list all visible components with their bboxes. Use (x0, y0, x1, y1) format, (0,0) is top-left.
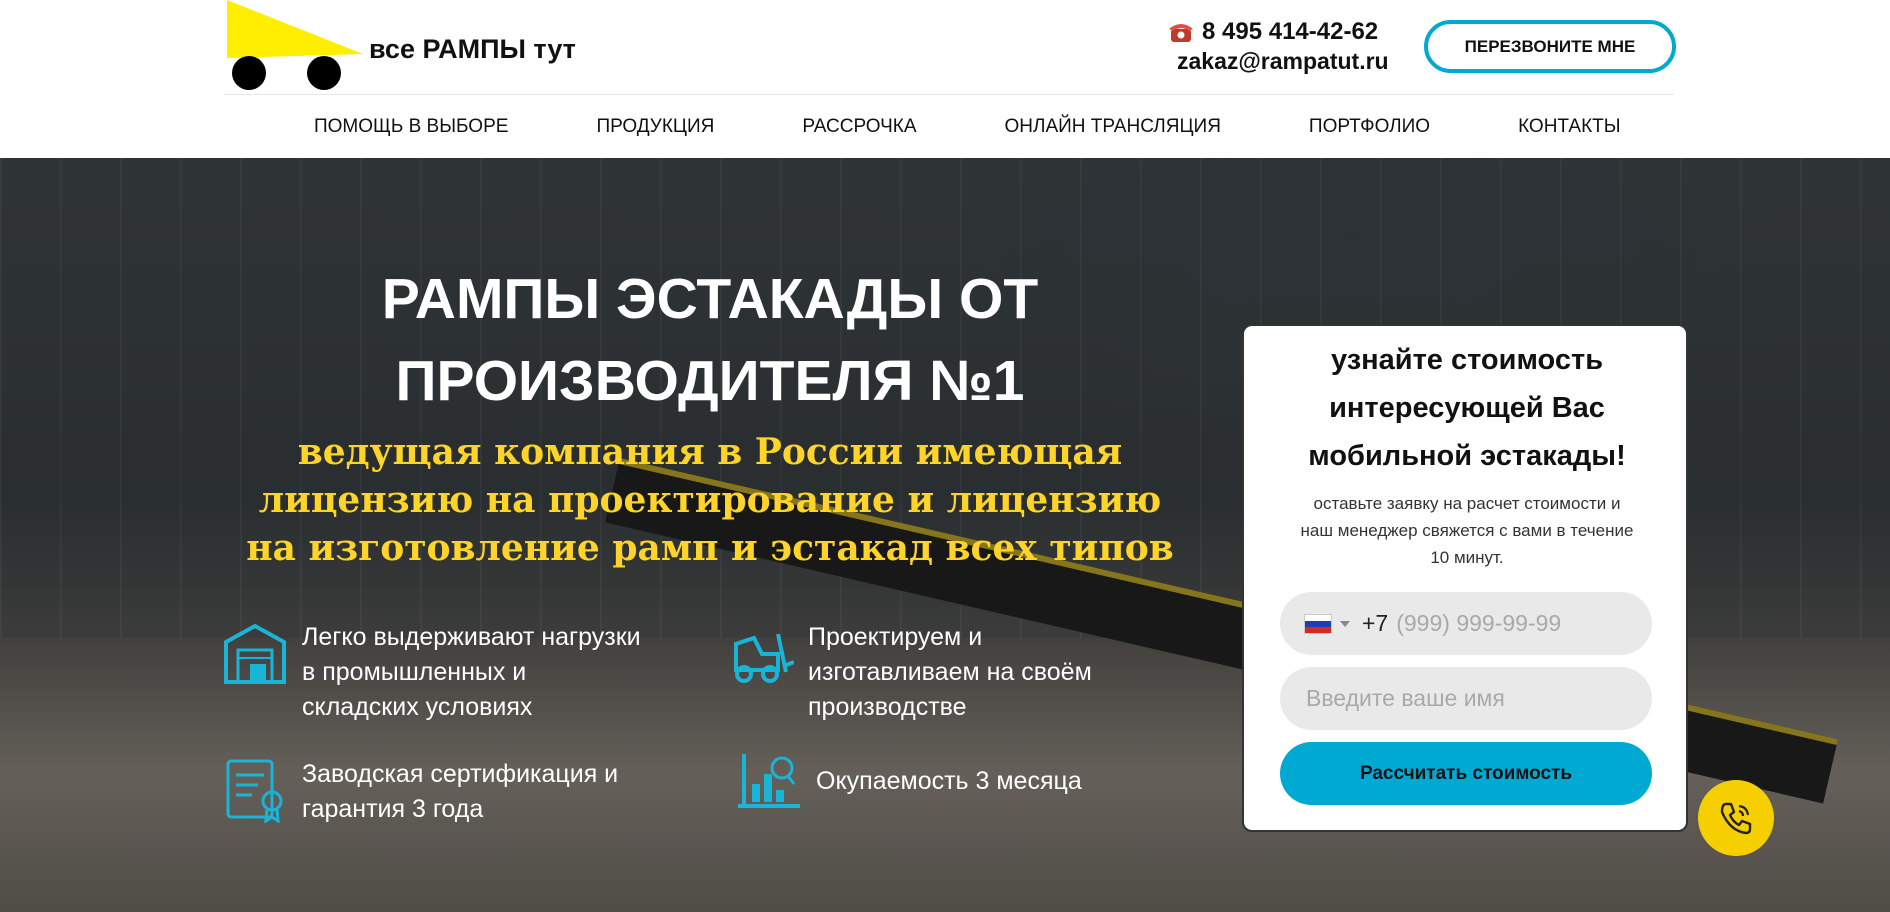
floating-call-button[interactable] (1698, 780, 1774, 856)
feature-text: гарантия 3 года (302, 795, 484, 823)
feature-text: складских условиях (302, 693, 533, 721)
phone-prefix: +7 (1362, 610, 1389, 636)
logo-wheel-icon (307, 56, 341, 90)
site-header: все РАМПЫ тут 8 495 414-42-62 zakaz@ramp… (0, 0, 1890, 158)
feature-item: Окупаемость 3 месяца (736, 750, 1082, 816)
callback-button[interactable]: ПЕРЕЗВОНИТЕ МНЕ (1424, 20, 1676, 73)
hero-title: РАМПЫ ЭСТАКАДЫ ОТ ПРОИЗВОДИТЕЛЯ №1 (200, 258, 1220, 422)
logo-text[interactable]: все РАМПЫ тут (369, 34, 576, 65)
nav-item-contacts[interactable]: КОНТАКТЫ (1518, 116, 1621, 138)
hero-subtitle-line: ведущая компания в России имеющая (297, 431, 1123, 473)
chevron-down-icon[interactable] (1340, 620, 1350, 627)
feature-item: Легко выдерживают нагрузки в промышленны… (222, 620, 641, 725)
feature-item: Заводская сертификация и гарантия 3 года (222, 757, 618, 827)
hero-subtitle-line: на изготовление рамп и эстакад всех типо… (246, 527, 1174, 569)
hero-title-line: ПРОИЗВОДИТЕЛЯ №1 (395, 349, 1025, 413)
name-input[interactable]: Введите ваше имя (1280, 667, 1652, 730)
phone-input[interactable]: +7 (999) 999-99-99 (1280, 592, 1652, 655)
forklift-icon (734, 633, 794, 683)
nav-item-portfolio[interactable]: ПОРТФОЛИО (1309, 116, 1430, 138)
quote-form: узнайте стоимость интересующей Вас мобил… (1242, 324, 1688, 832)
form-title: узнайте стоимость интересующей Вас мобил… (1244, 336, 1690, 480)
feature-text: Легко выдерживают нагрузки (302, 623, 641, 651)
phone-number[interactable]: 8 495 414-42-62 (1168, 18, 1378, 46)
calculate-button[interactable]: Рассчитать стоимость (1280, 742, 1652, 805)
header-divider (224, 94, 1674, 95)
form-description-line: оставьте заявку на расчет стоимости и (1313, 494, 1621, 513)
feature-text: Проектируем и (808, 623, 983, 651)
phone-icon (1169, 24, 1193, 42)
feature-item: Проектируем и изготавливаем на своём про… (728, 620, 1092, 725)
form-description-line: 10 минут. (1430, 548, 1504, 567)
nav-item-products[interactable]: ПРОДУКЦИЯ (596, 116, 714, 138)
email-link[interactable]: zakaz@rampatut.ru (1177, 48, 1389, 75)
phone-placeholder: (999) 999-99-99 (1396, 610, 1562, 636)
feature-text: Окупаемость 3 месяца (816, 767, 1082, 795)
phone-call-icon (1720, 802, 1752, 835)
certificate-icon (226, 759, 283, 823)
feature-text: производстве (808, 693, 967, 721)
form-title-line: мобильной эстакады! (1308, 440, 1626, 472)
hero-subtitle: ведущая компания в России имеющая лиценз… (200, 428, 1220, 572)
form-description-line: наш менеджер свяжется с вами в течение (1300, 521, 1634, 540)
form-title-line: интересующей Вас (1329, 392, 1605, 424)
hero-title-line: РАМПЫ ЭСТАКАДЫ ОТ (381, 267, 1039, 331)
payback-chart-icon (738, 754, 800, 808)
phone-text[interactable]: 8 495 414-42-62 (1202, 18, 1378, 46)
name-placeholder: Введите ваше имя (1306, 685, 1505, 711)
nav-item-live[interactable]: ОНЛАЙН ТРАНСЛЯЦИЯ (1005, 116, 1221, 138)
form-title-line: узнайте стоимость (1330, 344, 1604, 376)
form-description: оставьте заявку на расчет стоимости и на… (1284, 490, 1650, 571)
logo-wheel-icon (232, 56, 266, 90)
main-nav: ПОМОЩЬ В ВЫБОРЕ ПРОДУКЦИЯ РАССРОЧКА ОНЛА… (314, 116, 1621, 138)
feature-text: Заводская сертификация и (302, 760, 619, 788)
nav-item-help[interactable]: ПОМОЩЬ В ВЫБОРЕ (314, 116, 508, 138)
russia-flag-icon[interactable] (1304, 613, 1332, 634)
logo-ramp-icon[interactable] (227, 0, 363, 58)
hero-subtitle-line: лицензию на проектирование и лицензию (258, 479, 1162, 521)
warehouse-icon (224, 623, 286, 684)
feature-text: изготавливаем на своём (808, 658, 1092, 686)
nav-item-installment[interactable]: РАССРОЧКА (802, 116, 916, 138)
feature-text: в промышленных и (302, 658, 527, 686)
